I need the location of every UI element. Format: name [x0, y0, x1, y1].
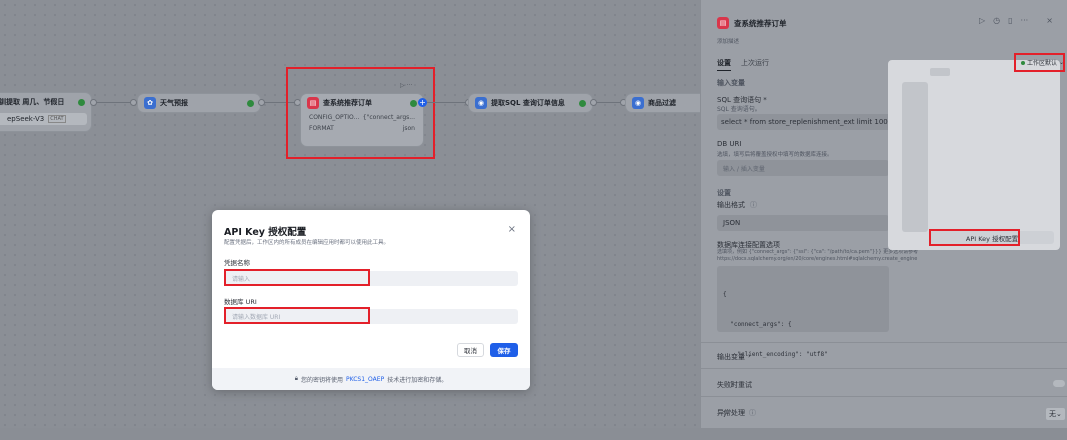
node-weather[interactable]: ✿ 天气预报	[137, 93, 261, 113]
node-title: 天气预报	[160, 99, 188, 107]
close-icon[interactable]: ×	[508, 224, 516, 235]
clock-icon[interactable]: ◷	[993, 16, 1000, 25]
dropdown-blurred-item	[930, 68, 950, 76]
api-key-auth-dialog: API Key 授权配置 × 配置凭据后，工作区内的所有成员在编辑应用时都可以使…	[212, 210, 530, 390]
highlight-box	[224, 307, 370, 324]
encryption-link[interactable]: PKCS1_OAEP	[346, 376, 384, 383]
chevron-right-icon: ›	[748, 352, 751, 360]
auth-dropdown: API Key 授权配置	[888, 60, 1060, 250]
error-handling-value: 无	[1049, 410, 1056, 418]
error-handling-select[interactable]: 无⌄	[1046, 408, 1065, 420]
close-icon[interactable]: ×	[1046, 16, 1053, 25]
sql-query-value: select * from store_replenishment_ext li…	[721, 118, 891, 126]
retry-label: 失败时重试	[717, 381, 752, 389]
node-date-extract[interactable]: 钏提取 周几、节假日 epSeek-V3 CHAT	[0, 92, 92, 132]
llm-icon: ◉	[475, 97, 487, 109]
error-handling-label: 异常处理	[717, 409, 745, 417]
book-icon[interactable]: ▯	[1008, 16, 1012, 25]
section-output-vars[interactable]: 输出变量	[717, 352, 745, 362]
success-status-icon	[579, 99, 586, 107]
connector-handle[interactable]	[258, 99, 265, 106]
highlight-box	[1014, 53, 1065, 72]
output-format-select[interactable]: JSON	[717, 215, 889, 231]
code-line: "connect_args": {	[723, 321, 792, 328]
llm-icon: ◉	[632, 97, 644, 109]
db-uri-label: DB URI	[717, 140, 742, 148]
footer-text-prefix: 您的密钥将使用	[301, 376, 344, 384]
credential-name-label: 凭据名称	[224, 259, 250, 267]
success-status-icon	[78, 98, 85, 106]
retry-toggle[interactable]	[1053, 380, 1065, 387]
db-uri-description: 选填，填写后将覆盖授权中填写的数据库连接。	[717, 152, 833, 158]
cancel-button[interactable]: 取消	[457, 343, 484, 357]
save-button[interactable]: 保存	[490, 343, 518, 357]
code-line: {	[723, 291, 727, 298]
connector-handle[interactable]	[590, 99, 597, 106]
panel-title[interactable]: 查系统推荐订单	[734, 18, 787, 29]
chevron-down-icon: ⌄	[1056, 410, 1062, 418]
db-uri-placeholder: 输入 / 插入变量	[723, 165, 765, 173]
section-input-vars[interactable]: 输入变量	[717, 78, 745, 88]
database-uri-label: 数据库 URI	[224, 298, 257, 306]
highlight-box	[929, 229, 1020, 246]
connector-handle[interactable]	[90, 99, 97, 106]
sql-description: SQL 查询语句。	[717, 106, 761, 113]
sql-query-field[interactable]: select * from store_replenishment_ext li…	[717, 114, 899, 130]
info-icon: ⓘ	[750, 201, 757, 209]
save-label: 保存	[497, 347, 511, 355]
node-extract-sql[interactable]: ◉ 提取SQL 查询订单信息	[468, 93, 593, 113]
node-title: 钏提取 周几、节假日	[0, 98, 65, 106]
db-options-description: 选填项，例如 {"connect_args": {"ssl": {"ca": "…	[717, 249, 919, 255]
node-title: 商品过滤	[648, 99, 676, 107]
db-options-code-editor[interactable]: { "connect_args": { "client_encoding": "…	[717, 266, 889, 418]
panel-description[interactable]: 添加描述	[717, 37, 739, 45]
highlight-box	[286, 67, 435, 159]
connector-handle[interactable]	[130, 99, 137, 106]
tool-icon: ✿	[144, 97, 156, 109]
output-format-label: 输出格式	[717, 201, 745, 209]
dialog-description: 配置凭据后，工作区内的所有成员在编辑应用时都可以使用此工具。	[224, 240, 390, 246]
lock-icon: 🔒︎	[294, 375, 298, 382]
database-icon: ▤	[717, 17, 729, 29]
more-icon[interactable]: ···	[1021, 16, 1029, 25]
model-name: epSeek-V3	[7, 115, 45, 123]
info-icon: ⓘ	[749, 409, 756, 417]
section-settings[interactable]: 设置	[717, 188, 731, 198]
tab-last-run[interactable]: 上次运行	[741, 58, 769, 71]
db-uri-field[interactable]: 输入 / 插入变量	[717, 160, 889, 176]
dialog-title: API Key 授权配置	[224, 227, 307, 238]
success-status-icon	[247, 99, 254, 107]
node-title: 提取SQL 查询订单信息	[491, 99, 565, 107]
output-format-value: JSON	[723, 219, 741, 227]
cancel-label: 取消	[464, 347, 477, 355]
model-badge: CHAT	[48, 115, 66, 123]
highlight-box	[224, 269, 370, 286]
play-icon[interactable]: ▷	[979, 16, 985, 25]
dialog-footer: 🔒︎ 您的密钥将使用 PKCS1_OAEP 技术进行加密和存储。	[212, 368, 530, 390]
footer-text-suffix: 技术进行加密和存储。	[387, 376, 448, 384]
tab-settings[interactable]: 设置	[717, 58, 731, 71]
dropdown-blurred-item	[902, 82, 928, 232]
db-options-link[interactable]: https://docs.sqlalchemy.org/en/20/core/e…	[717, 256, 917, 262]
